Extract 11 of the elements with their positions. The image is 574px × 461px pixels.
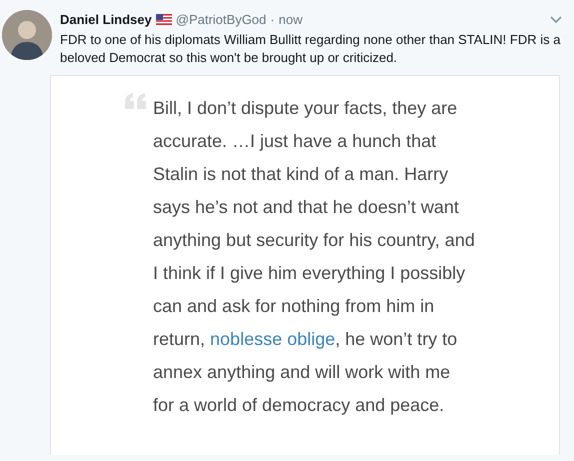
tweet-text: FDR to one of his diplomats William Bullitt regarding none other than STALIN! FDR is a beloved Democrat so this won't be brought up or criticized. xyxy=(60,31,562,67)
author-handle[interactable]: @PatriotByGod xyxy=(176,12,266,27)
separator-dot: · xyxy=(270,12,275,27)
author-name[interactable]: Daniel Lindsey xyxy=(60,12,152,27)
tweet-time: now xyxy=(278,12,302,27)
flag-icon xyxy=(156,14,172,25)
avatar[interactable] xyxy=(2,10,52,60)
quote-icon xyxy=(125,93,147,109)
chevron-icon[interactable] xyxy=(550,16,562,24)
link[interactable]: noblesse oblige xyxy=(210,329,336,349)
quote-text: Bill, I don’t dispute your facts, they are accurate. …I just have a hunch that Stalin is not that kind of a man. Harry says he’s not and that he doesn’t want anything but security for his country, and I think if I give him everything I possibly can and ask for nothing from him in return, noblesse oblige, he won’t try to annex anything and will work with me for a world of democracy and peace. xyxy=(153,97,475,417)
